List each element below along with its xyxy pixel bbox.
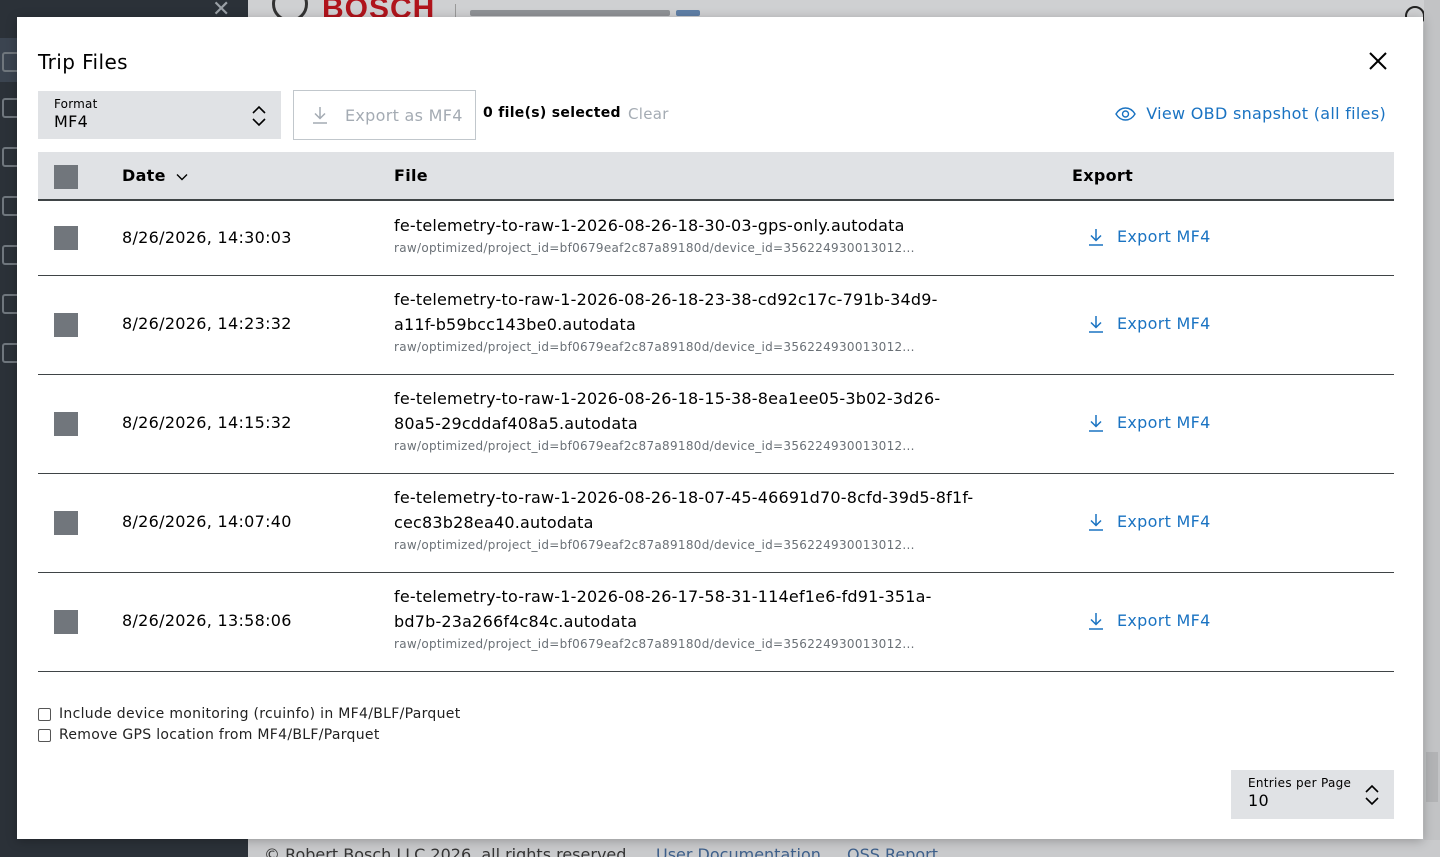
remove-gps-checkbox[interactable] <box>38 728 51 742</box>
chevron-up-down-icon <box>252 105 266 127</box>
row-export-label: Export MF4 <box>1117 227 1211 246</box>
view-obd-snapshot-label: View OBD snapshot (all files) <box>1146 104 1386 123</box>
download-icon <box>1089 228 1103 246</box>
download-icon <box>1089 414 1103 432</box>
row-file-name: fe-telemetry-to-raw-1-2026-08-26-17-58-3… <box>394 587 932 631</box>
download-icon <box>1089 315 1103 333</box>
row-file-path: raw/optimized/project_id=bf0679eaf2c87a8… <box>394 340 915 354</box>
row-checkbox[interactable] <box>54 412 78 436</box>
remove-gps-label: Remove GPS location from MF4/BLF/Parquet <box>59 727 380 743</box>
row-export-button[interactable]: Export MF4 <box>1087 227 1211 246</box>
row-file: fe-telemetry-to-raw-1-2026-08-26-18-07-4… <box>394 485 974 553</box>
row-file-name: fe-telemetry-to-raw-1-2026-08-26-18-15-3… <box>394 389 941 433</box>
table-row: 8/26/2026, 13:58:06 fe-telemetry-to-raw-… <box>38 573 1394 672</box>
header-breadcrumb-obscured <box>470 10 670 16</box>
format-value: MF4 <box>54 112 89 131</box>
row-export-button[interactable]: Export MF4 <box>1087 512 1211 531</box>
view-obd-snapshot-link[interactable]: View OBD snapshot (all files) <box>1115 104 1386 123</box>
close-icon <box>1369 52 1387 70</box>
footer-copyright: © Robert Bosch LLC 2026, all rights rese… <box>264 845 627 857</box>
column-header-date-label: Date <box>122 166 166 185</box>
row-file-path: raw/optimized/project_id=bf0679eaf2c87a8… <box>394 538 915 552</box>
row-date: 8/26/2026, 14:15:32 <box>122 413 292 432</box>
export-as-label: Export as MF4 <box>345 105 463 125</box>
export-as-button[interactable]: Export as MF4 <box>293 90 476 140</box>
table-row: 8/26/2026, 14:23:32 fe-telemetry-to-raw-… <box>38 276 1394 375</box>
row-file-name: fe-telemetry-to-raw-1-2026-08-26-18-23-3… <box>394 290 938 334</box>
header-breadcrumb-link-obscured <box>676 10 700 16</box>
remove-gps-option: Remove GPS location from MF4/BLF/Parquet <box>38 727 380 743</box>
column-header-date[interactable]: Date <box>122 166 188 185</box>
header-divider <box>455 4 456 18</box>
download-icon <box>1089 612 1103 630</box>
row-export-label: Export MF4 <box>1117 413 1211 432</box>
selected-count: 0 file(s) selected <box>483 105 621 121</box>
table-header: Date File Export <box>38 152 1394 201</box>
row-file-path: raw/optimized/project_id=bf0679eaf2c87a8… <box>394 241 915 255</box>
include-monitoring-checkbox[interactable] <box>38 707 51 721</box>
row-date: 8/26/2026, 14:07:40 <box>122 512 292 531</box>
include-monitoring-option: Include device monitoring (rcuinfo) in M… <box>38 706 460 722</box>
row-checkbox[interactable] <box>54 313 78 337</box>
table-row: 8/26/2026, 14:15:32 fe-telemetry-to-raw-… <box>38 375 1394 474</box>
row-file: fe-telemetry-to-raw-1-2026-08-26-17-58-3… <box>394 584 974 652</box>
download-icon <box>313 107 327 124</box>
eye-icon <box>1115 106 1137 121</box>
page-scrollbar-thumb <box>1426 752 1438 802</box>
trip-files-dialog: Trip Files Format MF4 Export as MF4 0 fi… <box>17 17 1423 839</box>
row-file: fe-telemetry-to-raw-1-2026-08-26-18-15-3… <box>394 386 974 454</box>
table-row: 8/26/2026, 14:30:03 fe-telemetry-to-raw-… <box>38 202 1394 276</box>
row-export-label: Export MF4 <box>1117 314 1211 333</box>
row-export-button[interactable]: Export MF4 <box>1087 611 1211 630</box>
column-header-file: File <box>394 166 428 185</box>
row-date: 8/26/2026, 14:30:03 <box>122 228 292 247</box>
row-file-path: raw/optimized/project_id=bf0679eaf2c87a8… <box>394 439 915 453</box>
close-button[interactable] <box>1366 49 1390 73</box>
row-file: fe-telemetry-to-raw-1-2026-08-26-18-30-0… <box>394 213 974 256</box>
format-label: Format <box>54 97 98 111</box>
row-checkbox[interactable] <box>54 511 78 535</box>
chevron-down-icon <box>176 174 188 181</box>
page-scrollbar-track <box>1424 0 1440 857</box>
chevron-up-down-icon <box>1365 784 1379 806</box>
clear-button[interactable]: Clear <box>628 105 669 123</box>
row-file-path: raw/optimized/project_id=bf0679eaf2c87a8… <box>394 637 915 651</box>
row-checkbox[interactable] <box>54 226 78 250</box>
table-row: 8/26/2026, 14:07:40 fe-telemetry-to-raw-… <box>38 474 1394 573</box>
format-select[interactable]: Format MF4 <box>38 91 281 139</box>
row-export-label: Export MF4 <box>1117 611 1211 630</box>
row-export-button[interactable]: Export MF4 <box>1087 314 1211 333</box>
dialog-title: Trip Files <box>38 50 128 74</box>
row-date: 8/26/2026, 13:58:06 <box>122 611 292 630</box>
include-monitoring-label: Include device monitoring (rcuinfo) in M… <box>59 706 461 722</box>
row-file-name: fe-telemetry-to-raw-1-2026-08-26-18-30-0… <box>394 216 905 235</box>
download-icon <box>1089 513 1103 531</box>
select-all-checkbox[interactable] <box>54 165 78 189</box>
column-header-export: Export <box>1072 166 1134 185</box>
footer-link-oss: OSS Report <box>847 845 939 857</box>
row-export-button[interactable]: Export MF4 <box>1087 413 1211 432</box>
row-file-name: fe-telemetry-to-raw-1-2026-08-26-18-07-4… <box>394 488 974 532</box>
row-file: fe-telemetry-to-raw-1-2026-08-26-18-23-3… <box>394 287 974 355</box>
row-checkbox[interactable] <box>54 610 78 634</box>
row-export-label: Export MF4 <box>1117 512 1211 531</box>
entries-per-page-select[interactable]: Entries per Page 10 <box>1231 770 1394 819</box>
footer-link-docs: User Documentation <box>656 845 821 857</box>
row-date: 8/26/2026, 14:23:32 <box>122 314 292 333</box>
